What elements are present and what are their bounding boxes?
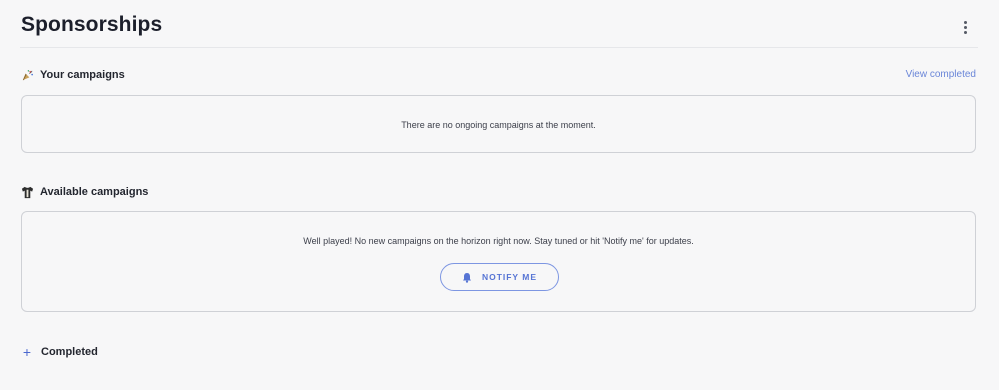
jersey-icon <box>21 186 34 198</box>
more-vertical-icon[interactable] <box>954 16 976 38</box>
page-title: Sponsorships <box>21 13 163 36</box>
your-campaigns-empty-message: There are no ongoing campaigns at the mo… <box>401 120 596 130</box>
available-campaigns-card: Well played! No new campaigns on the hor… <box>21 211 976 312</box>
page-header: Sponsorships <box>20 0 978 48</box>
notify-me-label: NOTIFY ME <box>481 272 538 282</box>
bell-icon <box>462 272 471 283</box>
your-campaigns-header: Your campaigns <box>21 67 125 83</box>
view-completed-link[interactable]: View completed <box>906 69 976 80</box>
completed-label: Completed <box>41 346 98 358</box>
plus-icon: + <box>22 344 32 360</box>
available-campaigns-empty-message: Well played! No new campaigns on the hor… <box>303 236 694 246</box>
available-campaigns-title: Available campaigns <box>40 186 149 198</box>
notify-me-button[interactable]: NOTIFY ME <box>440 263 559 291</box>
your-campaigns-title: Your campaigns <box>40 69 125 81</box>
confetti-popper-icon <box>22 69 33 80</box>
sponsorships-page: Sponsorships Your campaigns View complet… <box>0 0 999 390</box>
your-campaigns-card: There are no ongoing campaigns at the mo… <box>21 95 976 153</box>
completed-expander[interactable]: + Completed <box>22 344 98 360</box>
available-campaigns-header: Available campaigns <box>21 184 148 200</box>
